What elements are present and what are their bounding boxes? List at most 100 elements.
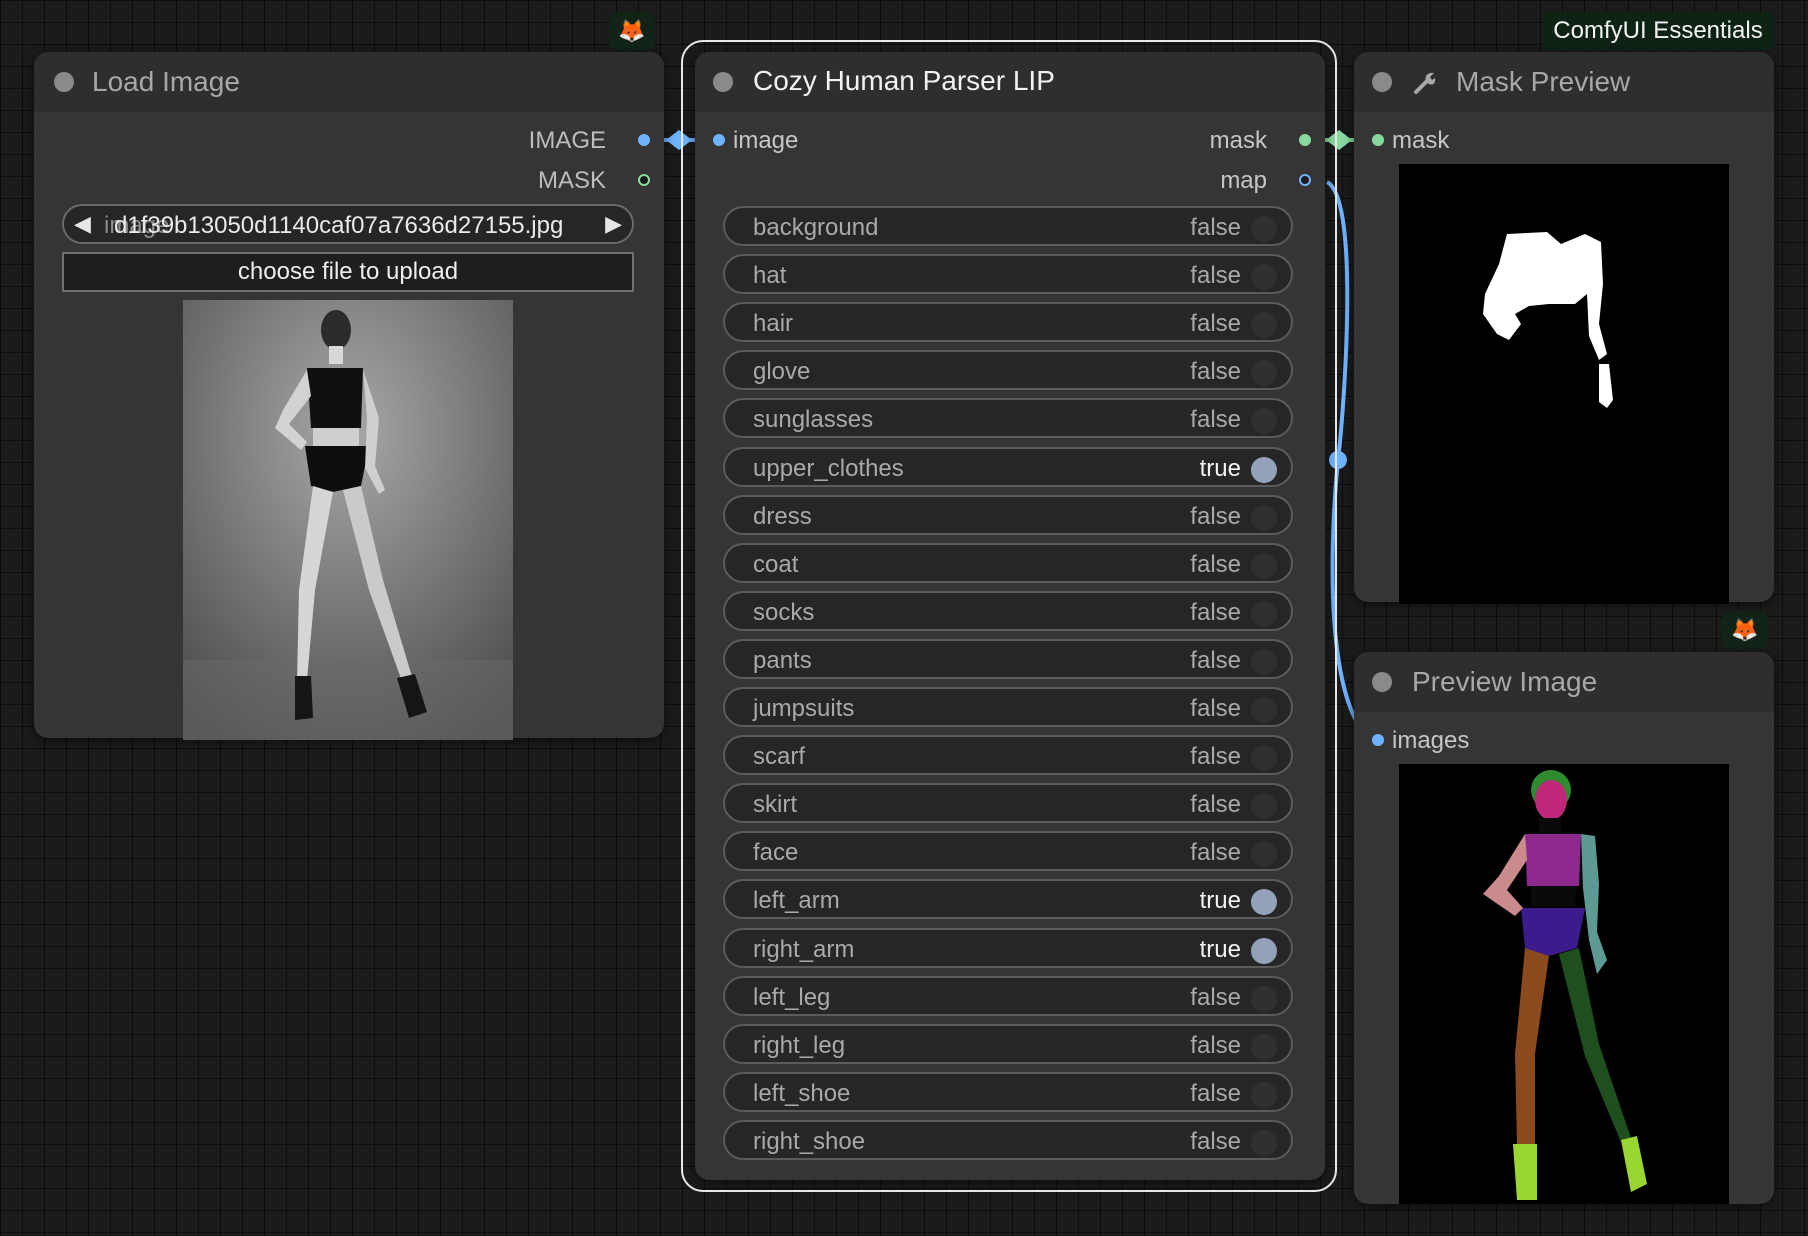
toggle-left-arm[interactable]: left_arm true [723,879,1293,919]
toggle-skirt[interactable]: skirt false [723,783,1293,823]
input-label-mask: mask [1392,127,1450,154]
toggle-label: glove [753,358,811,385]
toggle-dress[interactable]: dress false [723,495,1293,535]
toggle-coat[interactable]: coat false [723,543,1293,583]
toggle-hat[interactable]: hat false [723,254,1293,294]
toggle-label: skirt [753,791,797,818]
output-port-map[interactable] [1299,174,1311,186]
toggle-knob[interactable] [1251,264,1277,290]
toggle-pants[interactable]: pants false [723,639,1293,679]
toggle-label: left_arm [753,887,840,914]
toggle-right-shoe[interactable]: right_shoe false [723,1120,1293,1160]
input-port-images[interactable] [1372,734,1384,746]
choose-file-upload-button[interactable]: choose file to upload [62,252,634,292]
input-port-image[interactable] [713,134,725,146]
toggle-knob[interactable] [1251,745,1277,771]
toggle-knob[interactable] [1251,697,1277,723]
toggle-right-arm[interactable]: right_arm true [723,928,1293,968]
toggle-label: right_leg [753,1032,846,1059]
toggle-knob[interactable] [1251,360,1277,386]
preview-image-node[interactable]: Preview Image images [1354,652,1774,1204]
toggle-value: false [1190,358,1241,385]
toggle-knob[interactable] [1251,553,1277,579]
toggle-sunglasses[interactable]: sunglasses false [723,398,1293,438]
toggle-label: face [753,839,799,866]
toggle-knob[interactable] [1251,649,1277,675]
toggle-knob[interactable] [1251,1130,1277,1156]
image-file-selector[interactable]: ◀ image d1f39b13050d1140caf07a7636d27155… [62,204,634,244]
toggle-upper-clothes[interactable]: upper_clothes true [723,447,1293,487]
toggle-knob[interactable] [1251,1082,1277,1108]
toggle-left-leg[interactable]: left_leg false [723,976,1293,1016]
toggle-left-shoe[interactable]: left_shoe false [723,1072,1293,1112]
toggle-knob[interactable] [1251,216,1277,242]
load-image-node[interactable]: Load Image IMAGE MASK ◀ image d1f39b1305… [34,52,664,740]
prev-file-arrow[interactable]: ◀ [74,211,91,237]
toggle-label: coat [753,551,799,578]
toggle-value: false [1190,743,1241,770]
toggle-value: false [1190,599,1241,626]
toggle-label: socks [753,599,815,626]
toggle-knob[interactable] [1251,1034,1277,1060]
load-image-title: Load Image [92,66,240,97]
toggle-knob[interactable] [1251,505,1277,531]
toggle-value: false [1190,984,1241,1011]
toggle-knob[interactable] [1251,408,1277,434]
toggle-value: true [1199,455,1241,482]
input-label-images: images [1392,727,1470,754]
next-file-arrow[interactable]: ▶ [605,211,622,237]
preview-image-title: Preview Image [1412,666,1598,697]
toggle-label: pants [753,647,812,674]
fox-icon: 🦊 [609,12,655,50]
toggle-label: left_shoe [753,1080,851,1107]
toggle-label: background [753,214,879,241]
toggle-hair[interactable]: hair false [723,302,1293,342]
segmentation-map-preview [1399,764,1729,1204]
toggle-label: hat [753,262,787,289]
node-status-dot [54,72,74,92]
selected-filename: d1f39b13050d1140caf07a7636d27155.jpg [114,212,564,239]
toggle-knob[interactable] [1251,986,1277,1012]
toggle-knob[interactable] [1251,312,1277,338]
parser-title: Cozy Human Parser LIP [753,65,1055,96]
toggle-knob[interactable] [1251,889,1277,915]
toggle-value: false [1190,310,1241,337]
toggle-face[interactable]: face false [723,831,1293,871]
input-label-image: image [733,127,799,154]
toggle-value: false [1190,503,1241,530]
toggle-right-leg[interactable]: right_leg false [723,1024,1293,1064]
toggle-knob[interactable] [1251,793,1277,819]
toggle-label: scarf [753,743,806,770]
toggle-value: true [1199,887,1241,914]
toggle-knob[interactable] [1251,601,1277,627]
toggle-knob[interactable] [1251,841,1277,867]
toggle-value: false [1190,695,1241,722]
mask-preview-node[interactable]: Mask Preview mask [1354,52,1774,604]
toggle-value: false [1190,1080,1241,1107]
toggle-value: false [1190,214,1241,241]
node-status-dot [1372,672,1392,692]
toggle-scarf[interactable]: scarf false [723,735,1293,775]
toggle-background[interactable]: background false [723,206,1293,246]
toggle-glove[interactable]: glove false [723,350,1293,390]
toggle-jumpsuits[interactable]: jumpsuits false [723,687,1293,727]
toggle-label: jumpsuits [753,695,855,722]
toggle-socks[interactable]: socks false [723,591,1293,631]
toggle-label: dress [753,503,812,530]
toggle-knob[interactable] [1251,457,1277,483]
toggle-knob[interactable] [1251,938,1277,964]
toggle-label: left_leg [753,984,831,1011]
toggle-value: false [1190,1128,1241,1155]
toggle-label: right_shoe [753,1128,866,1155]
comfyui-essentials-badge: ComfyUI Essentials [1542,12,1774,50]
output-port-image[interactable] [638,134,650,146]
loaded-image-preview [183,300,513,740]
mask-preview-image [1399,164,1729,604]
output-port-mask[interactable] [1299,134,1311,146]
output-label-mask: mask [1209,127,1267,154]
toggle-value: false [1190,839,1241,866]
node-status-dot [713,72,733,92]
output-port-mask[interactable] [638,174,650,186]
input-port-mask[interactable] [1372,134,1384,146]
fox-icon: 🦊 [1722,611,1768,649]
